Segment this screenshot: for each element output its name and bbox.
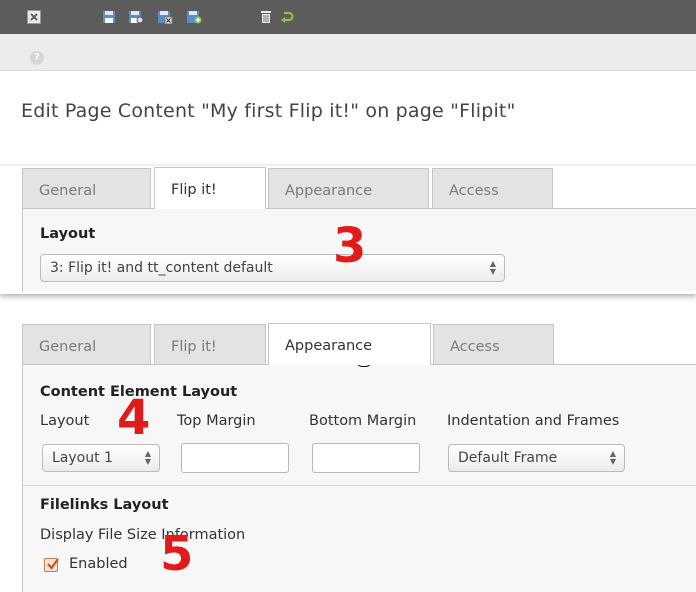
flipit-tab-panel: General Flip it! Appearance Access Layou…: [0, 166, 696, 294]
enabled-label: Enabled: [69, 556, 128, 572]
display-file-size-label: Display File Size Information: [40, 527, 246, 543]
docheader-subbar: [0, 34, 696, 71]
top-margin-input[interactable]: [181, 443, 289, 473]
bottom-margin-input[interactable]: [312, 443, 420, 473]
save-view-icon[interactable]: [128, 9, 144, 25]
tab-general[interactable]: General: [22, 324, 151, 364]
close-icon[interactable]: [26, 9, 42, 25]
layout-select-value: Layout 1: [52, 450, 113, 466]
save-icon[interactable]: [101, 9, 117, 25]
annotation-number-5: 5: [160, 526, 194, 582]
tab-general[interactable]: General: [22, 168, 151, 208]
undo-icon[interactable]: [279, 9, 295, 25]
top-margin-label: Top Margin: [177, 413, 256, 429]
appearance-tab-panel: General Flip it! Appearance Access Conte…: [0, 322, 696, 592]
select-arrows-icon: ▲ ▼: [144, 449, 151, 466]
tab-access[interactable]: Access: [433, 324, 554, 364]
tab-appearance[interactable]: Appearance: [268, 323, 431, 365]
bottom-margin-label: Bottom Margin: [309, 413, 417, 429]
select-arrows-icon: ▲ ▼: [489, 259, 496, 276]
save-close-icon[interactable]: [157, 9, 173, 25]
tab-appearance[interactable]: Appearance: [268, 168, 429, 208]
layout-field-label: Layout: [40, 226, 96, 242]
layout-select-value: 3: Flip it! and tt_content default: [50, 260, 273, 276]
help-icon[interactable]: ?: [30, 51, 44, 65]
annotation-number-3: 3: [333, 218, 367, 274]
layout-select[interactable]: Layout 1 ▲ ▼: [42, 444, 160, 472]
section-divider: [23, 485, 696, 486]
select-arrows-icon: ▲ ▼: [609, 449, 616, 466]
frame-select-value: Default Frame: [458, 450, 558, 466]
annotation-number-4: 4: [117, 390, 151, 446]
save-new-icon[interactable]: [186, 9, 202, 25]
frame-select[interactable]: Default Frame ▲ ▼: [448, 444, 625, 472]
layout-label: Layout: [40, 413, 90, 429]
tab-flip-it[interactable]: Flip it!: [154, 167, 266, 209]
page-title: Edit Page Content "My first Flip it!" on…: [21, 100, 516, 122]
tab-flip-it[interactable]: Flip it!: [154, 324, 266, 364]
layout-select[interactable]: 3: Flip it! and tt_content default ▲ ▼: [40, 254, 505, 282]
indentation-frames-label: Indentation and Frames: [447, 413, 620, 429]
delete-icon[interactable]: [258, 9, 274, 25]
enabled-checkbox[interactable]: [44, 558, 59, 572]
filelinks-layout-title: Filelinks Layout: [40, 497, 169, 513]
checkmark-icon: [47, 558, 59, 570]
tab-access[interactable]: Access: [432, 168, 553, 208]
docheader-toolbar: [0, 0, 696, 34]
